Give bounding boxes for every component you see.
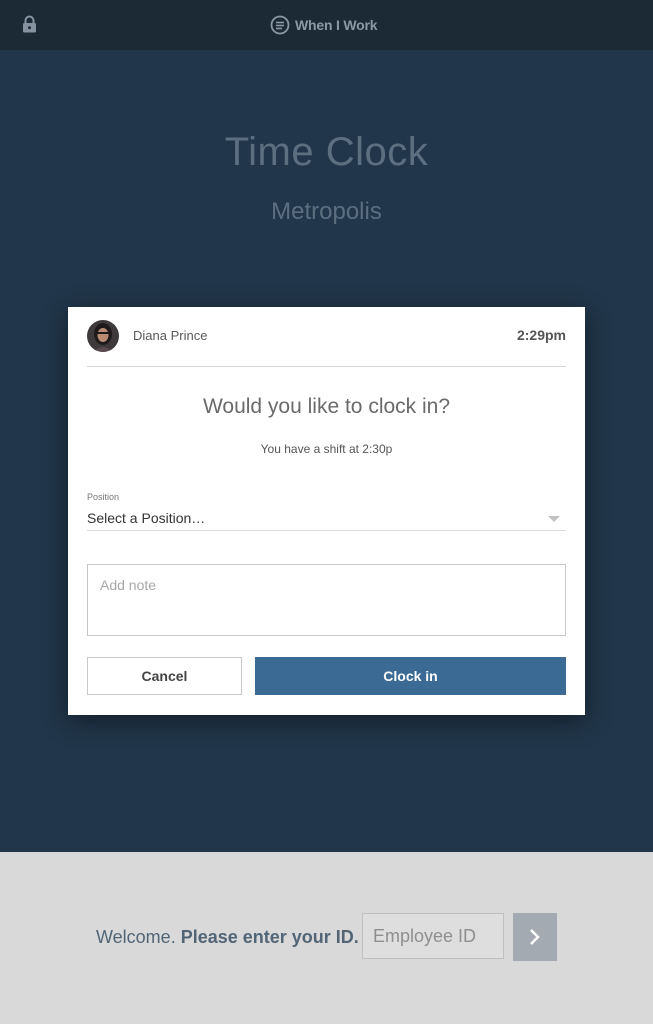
- note-input[interactable]: [87, 564, 566, 636]
- welcome-label: Welcome.: [96, 927, 176, 947]
- position-label: Position: [87, 492, 120, 502]
- clock-in-button[interactable]: Clock in: [255, 657, 566, 695]
- page-title: Time Clock: [224, 130, 429, 174]
- avatar: [87, 320, 119, 352]
- welcome-text: Welcome. Please enter your ID.: [96, 927, 359, 948]
- clock-in-dialog: Diana Prince 2:29pm Would you like to cl…: [68, 307, 585, 715]
- top-bar: When I Work: [0, 0, 653, 50]
- current-time: 2:29pm: [516, 327, 566, 343]
- dialog-question: Would you like to clock in?: [202, 395, 451, 418]
- position-value: Select a Position…: [87, 510, 206, 526]
- id-prompt: Please enter your ID.: [180, 927, 359, 947]
- brand-name: When I Work: [295, 17, 378, 33]
- user-name: Diana Prince: [133, 328, 208, 343]
- employee-id-bar: Welcome. Please enter your ID.: [0, 852, 653, 1024]
- chevron-right-icon: [530, 929, 540, 945]
- employee-id-input[interactable]: [362, 913, 504, 959]
- dialog-header: Diana Prince 2:29pm: [87, 307, 566, 367]
- brand-logo: When I Work: [270, 14, 378, 36]
- shift-info: You have a shift at 2:30p: [260, 442, 393, 456]
- lock-icon[interactable]: [22, 15, 37, 33]
- menu-circle-icon: [270, 15, 290, 35]
- cancel-button[interactable]: Cancel: [87, 657, 242, 695]
- chevron-down-icon: [548, 516, 560, 522]
- location-name: Metropolis: [271, 198, 382, 225]
- submit-id-button[interactable]: [513, 913, 557, 961]
- position-select[interactable]: Select a Position…: [87, 508, 566, 531]
